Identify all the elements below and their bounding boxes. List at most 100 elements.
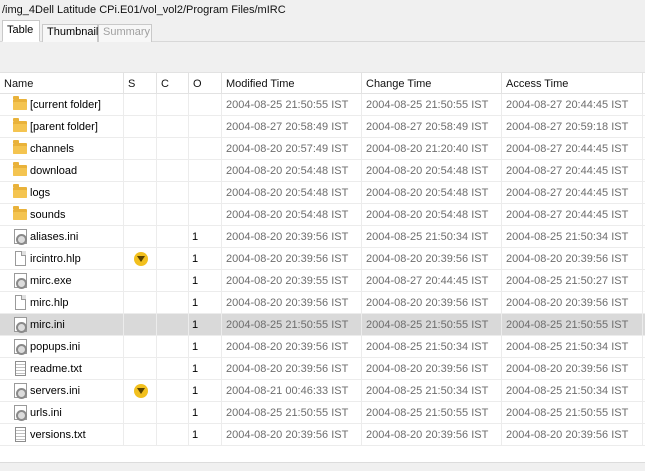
folder-icon xyxy=(13,162,27,176)
cell-access-time: 2004-08-27 20:44:45 IST xyxy=(502,204,643,226)
column-header-name[interactable]: Name xyxy=(0,73,124,95)
cell-access-time: 2004-08-27 20:44:45 IST xyxy=(502,182,643,204)
cell-o: 1 xyxy=(189,292,222,314)
table-row[interactable]: sounds 2004-08-20 20:54:48 IST 2004-08-2… xyxy=(0,204,645,226)
cell-name: logs xyxy=(0,182,124,204)
table-row[interactable]: versions.txt 1 2004-08-20 20:39:56 IST 2… xyxy=(0,424,645,446)
cell-access-time: 2004-08-27 20:44:45 IST xyxy=(502,94,643,116)
cell-c xyxy=(157,402,189,424)
table-row[interactable]: aliases.ini 1 2004-08-20 20:39:56 IST 20… xyxy=(0,226,645,248)
cell-change-time: 2004-08-20 20:54:48 IST xyxy=(362,160,502,182)
cell-change-time: 2004-08-25 21:50:34 IST xyxy=(362,336,502,358)
cell-name: aliases.ini xyxy=(0,226,124,248)
cell-c xyxy=(157,204,189,226)
cell-o: 1 xyxy=(189,424,222,446)
tab-table[interactable]: Table xyxy=(2,20,40,42)
cell-access-time: 2004-08-27 20:44:45 IST xyxy=(502,138,643,160)
cell-s xyxy=(124,204,157,226)
cell-modified-time: 2004-08-20 20:39:56 IST xyxy=(222,292,362,314)
cell-modified-time: 2004-08-20 20:57:49 IST xyxy=(222,138,362,160)
table-row[interactable]: popups.ini 1 2004-08-20 20:39:56 IST 200… xyxy=(0,336,645,358)
table-row[interactable]: servers.ini 1 2004-08-21 00:46:33 IST 20… xyxy=(0,380,645,402)
table-row[interactable]: urls.ini 1 2004-08-25 21:50:55 IST 2004-… xyxy=(0,402,645,424)
cell-change-time: 2004-08-20 20:39:56 IST xyxy=(362,248,502,270)
table-row[interactable]: [current folder] 2004-08-25 21:50:55 IST… xyxy=(0,94,645,116)
table-row[interactable]: ircintro.hlp 1 2004-08-20 20:39:56 IST 2… xyxy=(0,248,645,270)
table-row[interactable]: mirc.exe 1 2004-08-20 20:39:55 IST 2004-… xyxy=(0,270,645,292)
cell-o: 1 xyxy=(189,226,222,248)
folder-icon xyxy=(13,118,27,132)
table-row[interactable]: mirc.hlp 1 2004-08-20 20:39:56 IST 2004-… xyxy=(0,292,645,314)
cell-o: 1 xyxy=(189,270,222,292)
cell-change-time: 2004-08-20 20:39:56 IST xyxy=(362,424,502,446)
column-header-o[interactable]: O xyxy=(189,73,222,95)
file-name: popups.ini xyxy=(30,341,81,353)
cell-access-time: 2004-08-25 21:50:27 IST xyxy=(502,270,643,292)
cell-c xyxy=(157,336,189,358)
cell-access-time: 2004-08-20 20:39:56 IST xyxy=(502,248,643,270)
cell-o xyxy=(189,116,222,138)
column-header-access[interactable]: Access Time xyxy=(502,73,643,95)
cell-modified-time: 2004-08-20 20:39:56 IST xyxy=(222,248,362,270)
folder-icon xyxy=(13,206,27,220)
horizontal-scrollbar[interactable] xyxy=(0,462,645,471)
cell-modified-time: 2004-08-20 20:54:48 IST xyxy=(222,182,362,204)
cell-access-time: 2004-08-25 21:50:34 IST xyxy=(502,226,643,248)
cell-s xyxy=(124,358,157,380)
warning-icon xyxy=(134,384,148,398)
folder-icon xyxy=(13,184,27,198)
table-row[interactable]: [parent folder] 2004-08-27 20:58:49 IST … xyxy=(0,116,645,138)
cell-change-time: 2004-08-27 20:44:45 IST xyxy=(362,270,502,292)
cell-access-time: 2004-08-27 20:44:45 IST xyxy=(502,160,643,182)
column-header-modified[interactable]: Modified Time xyxy=(222,73,362,95)
column-header-change[interactable]: Change Time xyxy=(362,73,502,95)
cell-s xyxy=(124,248,157,270)
cell-change-time: 2004-08-20 20:39:56 IST xyxy=(362,358,502,380)
file-name: aliases.ini xyxy=(30,231,79,243)
cell-name: mirc.ini xyxy=(0,314,124,336)
cell-modified-time: 2004-08-20 20:39:56 IST xyxy=(222,358,362,380)
cell-o xyxy=(189,138,222,160)
cell-s xyxy=(124,138,157,160)
cell-c xyxy=(157,292,189,314)
cell-o xyxy=(189,160,222,182)
cell-o xyxy=(189,94,222,116)
cell-modified-time: 2004-08-20 20:54:48 IST xyxy=(222,204,362,226)
cell-change-time: 2004-08-20 20:39:56 IST xyxy=(362,292,502,314)
file-name: channels xyxy=(30,143,75,155)
settings-file-icon xyxy=(14,317,27,333)
cell-c xyxy=(157,248,189,270)
cell-name: sounds xyxy=(0,204,124,226)
document-icon xyxy=(15,295,26,310)
cell-change-time: 2004-08-25 21:50:34 IST xyxy=(362,226,502,248)
cell-s xyxy=(124,182,157,204)
table-row[interactable]: channels 2004-08-20 20:57:49 IST 2004-08… xyxy=(0,138,645,160)
text-file-icon xyxy=(15,361,26,376)
cell-c xyxy=(157,270,189,292)
folder-icon xyxy=(13,140,27,154)
cell-modified-time: 2004-08-25 21:50:55 IST xyxy=(222,402,362,424)
cell-name: [parent folder] xyxy=(0,116,124,138)
table-row[interactable]: logs 2004-08-20 20:54:48 IST 2004-08-20 … xyxy=(0,182,645,204)
settings-file-icon xyxy=(14,405,27,421)
table-row[interactable]: mirc.ini 1 2004-08-25 21:50:55 IST 2004-… xyxy=(0,314,645,336)
cell-name: mirc.hlp xyxy=(0,292,124,314)
cell-modified-time: 2004-08-20 20:39:56 IST xyxy=(222,226,362,248)
table-row[interactable]: download 2004-08-20 20:54:48 IST 2004-08… xyxy=(0,160,645,182)
file-name: sounds xyxy=(30,209,66,221)
cell-c xyxy=(157,380,189,402)
cell-s xyxy=(124,336,157,358)
cell-access-time: 2004-08-20 20:39:56 IST xyxy=(502,424,643,446)
file-name: readme.txt xyxy=(30,363,82,375)
tab-thumbnail[interactable]: Thumbnail xyxy=(42,24,98,42)
cell-o: 1 xyxy=(189,380,222,402)
warning-icon xyxy=(134,252,148,266)
column-header-c[interactable]: C xyxy=(157,73,189,95)
file-name: ircintro.hlp xyxy=(30,253,81,265)
table-row[interactable]: readme.txt 1 2004-08-20 20:39:56 IST 200… xyxy=(0,358,645,380)
cell-s xyxy=(124,402,157,424)
cell-o xyxy=(189,204,222,226)
cell-s xyxy=(124,160,157,182)
cell-c xyxy=(157,182,189,204)
column-header-s[interactable]: S xyxy=(124,73,157,95)
